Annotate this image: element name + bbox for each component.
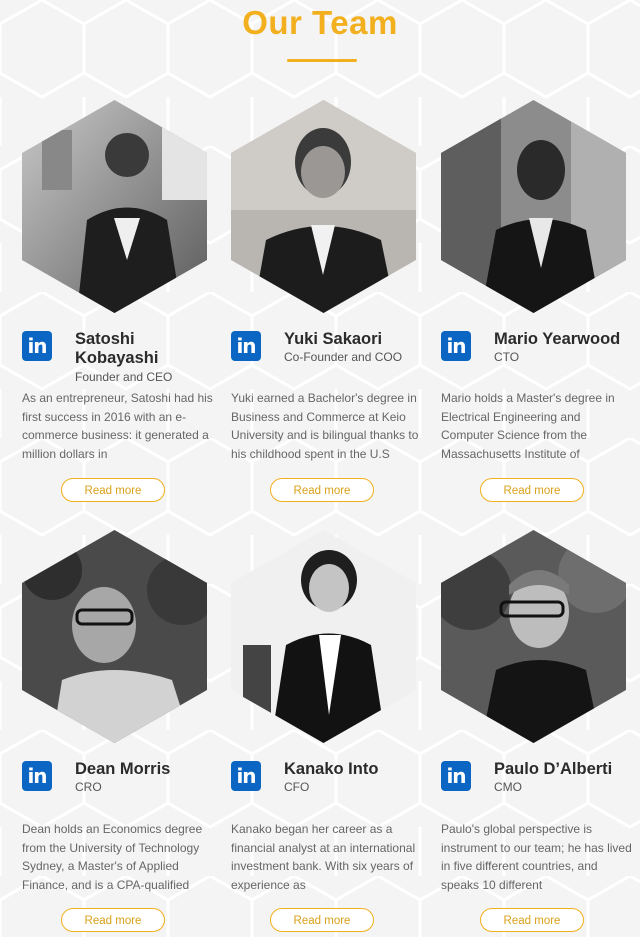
member-name: Paulo D’Alberti bbox=[494, 760, 613, 778]
team-card-paulo: in Paulo D’Alberti CMO Paulo's global pe… bbox=[441, 530, 640, 935]
member-role: CFO bbox=[284, 780, 310, 794]
member-photo bbox=[441, 100, 626, 313]
member-role: CMO bbox=[494, 780, 522, 794]
team-card-yuki: in Yuki Sakaori Co-Founder and COO Yuki … bbox=[231, 100, 436, 505]
title-underline bbox=[287, 59, 357, 62]
team-card-kanako: in Kanako Into CFO Kanako began her care… bbox=[231, 530, 436, 935]
team-card-satoshi: in Satoshi Kobayashi Founder and CEO As … bbox=[22, 100, 227, 505]
member-name: Mario Yearwood bbox=[494, 330, 621, 348]
team-card-dean: in Dean Morris CRO Dean holds an Economi… bbox=[22, 530, 227, 935]
member-photo bbox=[22, 530, 207, 743]
member-role: CTO bbox=[494, 350, 520, 364]
section-title: Our Team bbox=[242, 4, 398, 41]
member-name: Dean Morris bbox=[75, 760, 171, 778]
member-bio: Mario holds a Master's degree in Electri… bbox=[441, 391, 615, 461]
read-more-button[interactable]: Read more bbox=[61, 478, 165, 502]
read-more-button[interactable]: Read more bbox=[480, 478, 584, 502]
read-more-button[interactable]: Read more bbox=[270, 478, 374, 502]
member-photo bbox=[231, 530, 416, 743]
team-card-mario: in Mario Yearwood CTO Mario holds a Mast… bbox=[441, 100, 640, 505]
member-bio: Kanako began her career as a financial a… bbox=[231, 822, 416, 892]
member-name: Satoshi Kobayashi bbox=[75, 330, 159, 367]
member-name: Kanako Into bbox=[284, 760, 379, 778]
member-photo bbox=[22, 100, 207, 313]
linkedin-icon[interactable]: in bbox=[231, 761, 261, 791]
read-more-button[interactable]: Read more bbox=[61, 908, 165, 932]
linkedin-icon[interactable]: in bbox=[441, 331, 471, 361]
read-more-button[interactable]: Read more bbox=[270, 908, 374, 932]
member-bio: Yuki earned a Bachelor's degree in Busin… bbox=[231, 391, 419, 461]
read-more-button[interactable]: Read more bbox=[480, 908, 584, 932]
linkedin-icon[interactable]: in bbox=[22, 761, 52, 791]
member-role: CRO bbox=[75, 780, 102, 794]
member-photo bbox=[441, 530, 626, 743]
linkedin-icon[interactable]: in bbox=[441, 761, 471, 791]
linkedin-icon[interactable]: in bbox=[22, 331, 52, 361]
member-bio: Paulo's global perspective is instrument… bbox=[441, 822, 632, 892]
member-role: Co-Founder and COO bbox=[284, 350, 403, 364]
member-bio: As an entrepreneur, Satoshi had his firs… bbox=[22, 391, 213, 461]
member-name: Yuki Sakaori bbox=[284, 330, 383, 348]
member-bio: Dean holds an Economics degree from the … bbox=[22, 822, 203, 892]
member-role: Founder and CEO bbox=[75, 370, 173, 384]
linkedin-icon[interactable]: in bbox=[231, 331, 261, 361]
member-photo bbox=[231, 100, 416, 313]
